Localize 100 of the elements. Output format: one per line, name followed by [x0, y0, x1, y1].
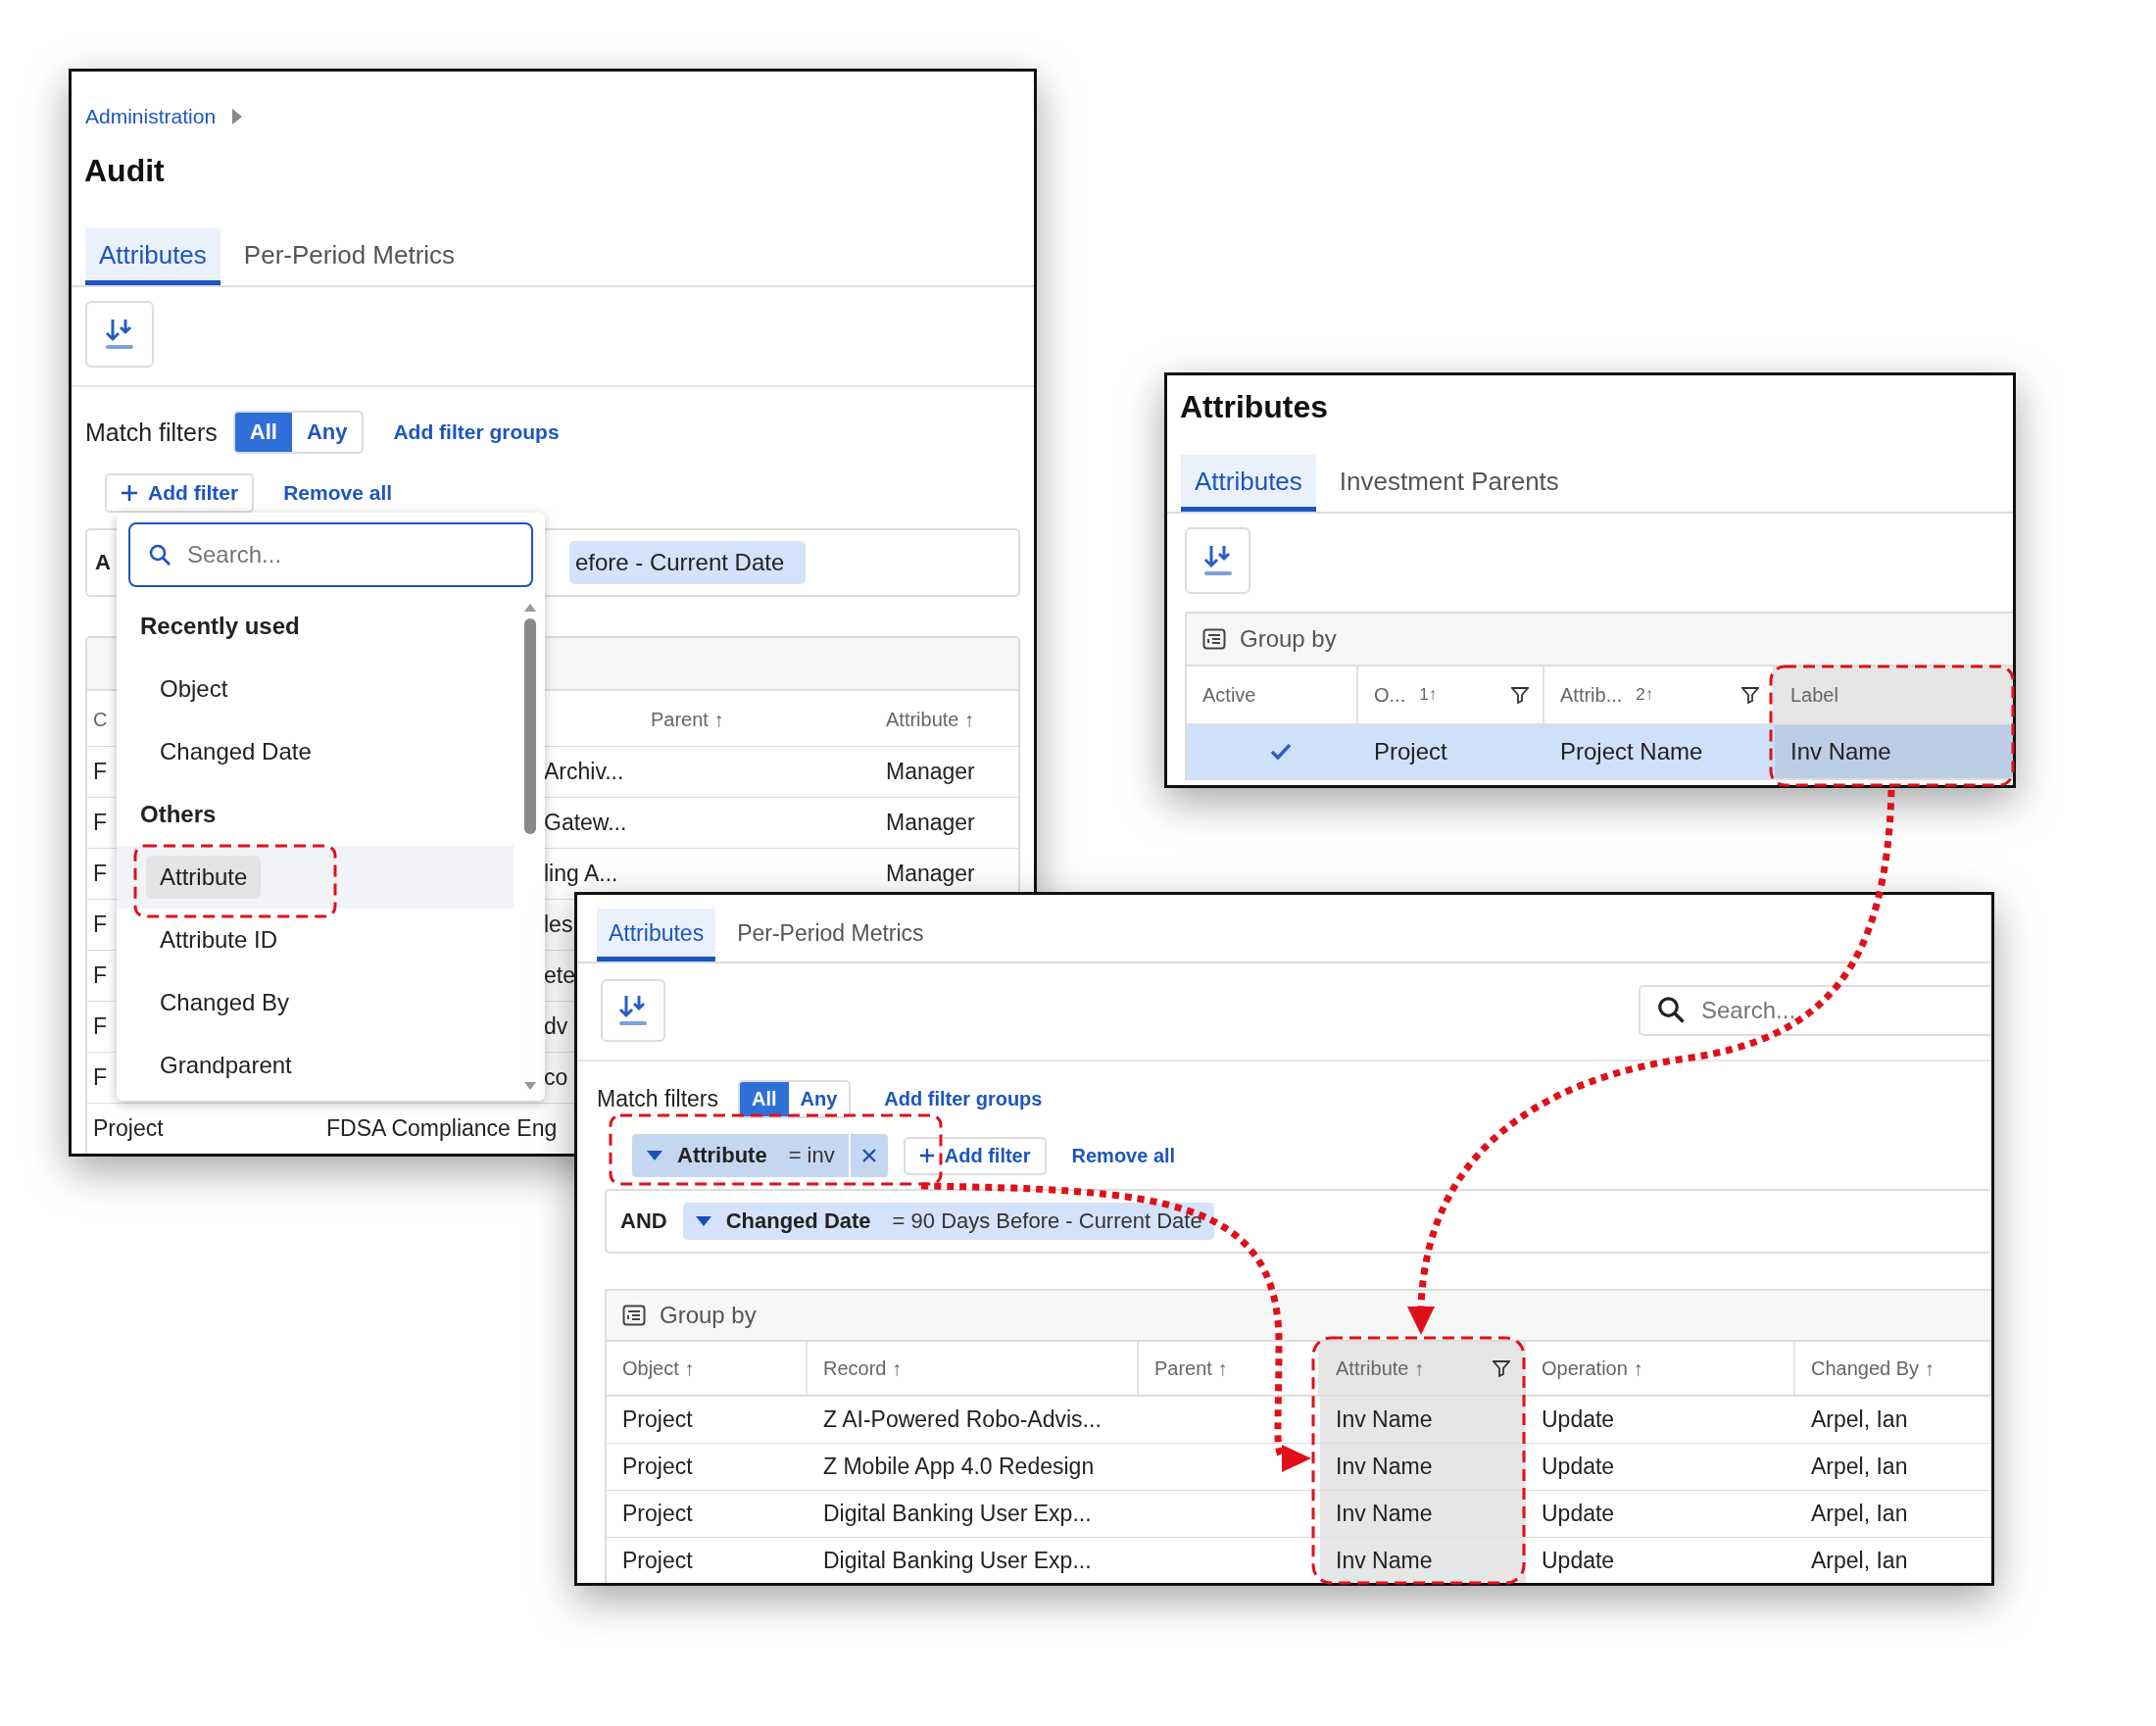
column-header[interactable]: Changed By ↑ — [1795, 1342, 1991, 1395]
add-filter-groups-link[interactable]: Add filter groups — [393, 420, 560, 444]
tab[interactable]: Attributes — [597, 909, 716, 962]
menu-group-heading: Recently used — [140, 613, 300, 639]
menu-item[interactable]: Object — [117, 658, 514, 720]
column-header[interactable]: Active — [1187, 666, 1358, 723]
group-by-label[interactable]: Group by — [1240, 625, 1337, 653]
table-cell: Update — [1542, 1454, 1615, 1480]
remove-all-link[interactable]: Remove all — [1071, 1144, 1176, 1167]
table-cell: ete — [544, 962, 575, 988]
table-cell: Inv Name — [1790, 738, 1891, 765]
table-cell: Project — [1374, 738, 1447, 765]
sort-indicator[interactable]: 1↑ — [1419, 685, 1438, 705]
download-button[interactable] — [1185, 527, 1250, 594]
table-cell: Digital Banking User Exp... — [823, 1548, 1092, 1574]
add-filter-groups-link[interactable]: Add filter groups — [884, 1088, 1043, 1110]
caret-icon[interactable] — [694, 1215, 712, 1227]
table-cell: Inv Name — [1336, 1501, 1433, 1527]
chevron-right-icon — [231, 108, 244, 125]
close-icon[interactable] — [861, 1149, 876, 1162]
table-cell: F — [93, 810, 108, 835]
column-header[interactable]: Attribute ↑ — [1320, 1342, 1526, 1395]
menu-item[interactable]: Attribute — [117, 846, 514, 909]
remove-all-link[interactable]: Remove all — [283, 481, 393, 505]
column-header[interactable]: Attribute ↑ — [886, 708, 975, 730]
table-cell: Update — [1542, 1501, 1615, 1527]
tab[interactable]: Per-Period Metrics — [229, 228, 469, 285]
menu-group-heading: Others — [140, 801, 217, 827]
tab[interactable]: Per-Period Metrics — [725, 909, 936, 962]
add-filter-button[interactable]: Add filter — [105, 473, 255, 513]
table-cell: dv — [544, 1013, 568, 1039]
filter-icon[interactable] — [1741, 686, 1759, 704]
match-option[interactable]: All — [740, 1082, 789, 1116]
table-cell: Manager — [886, 759, 975, 784]
match-filters-label: Match filters — [85, 418, 218, 447]
table-cell: Arpel, Ian — [1811, 1454, 1908, 1480]
table-cell: Arpel, Ian — [1811, 1501, 1908, 1527]
filter-chip[interactable]: efore - Current Date — [568, 541, 807, 584]
column-header[interactable]: Record ↑ — [808, 1342, 1139, 1395]
group-by-icon[interactable] — [622, 1305, 646, 1326]
table-cell: Project — [622, 1406, 693, 1433]
table-row[interactable]: Project Project Name Inv Name — [1187, 725, 2013, 778]
scroll-up-icon[interactable] — [523, 603, 537, 613]
breadcrumb-link[interactable]: Administration — [85, 105, 217, 128]
group-by-icon[interactable] — [1202, 628, 1226, 650]
group-by-label[interactable]: Group by — [660, 1302, 757, 1329]
filter-chip[interactable]: Attribute = inv — [632, 1134, 888, 1177]
download-icon — [105, 318, 134, 351]
conjunction-label: A — [95, 550, 111, 575]
table-cell: Project — [622, 1454, 693, 1480]
menu-item[interactable]: Changed Date — [117, 720, 514, 783]
table-cell: Digital Banking User Exp... — [823, 1501, 1092, 1527]
table-cell: F — [93, 861, 108, 886]
column-header[interactable]: Operation ↑ — [1526, 1342, 1795, 1395]
table-cell: Manager — [886, 861, 975, 886]
table-cell: FDSA Compliance Eng — [326, 1115, 558, 1141]
search-icon — [1656, 995, 1686, 1024]
caret-icon[interactable] — [646, 1150, 663, 1161]
match-option[interactable]: All — [234, 413, 292, 452]
tab[interactable]: Attributes — [1181, 455, 1316, 512]
table-cell: Inv Name — [1336, 1406, 1433, 1433]
column-header[interactable]: Parent ↑ — [651, 708, 724, 730]
search-field[interactable]: Search... — [128, 522, 533, 587]
column-header[interactable]: Object ↑ — [607, 1342, 808, 1395]
scroll-down-icon[interactable] — [523, 1081, 537, 1091]
table-cell: Archiv... — [544, 759, 624, 784]
table-cell: F — [93, 962, 108, 988]
match-option[interactable]: Any — [291, 413, 363, 452]
table-cell: F — [93, 912, 108, 937]
table-cell: Project — [622, 1548, 693, 1574]
table-cell: Inv Name — [1336, 1454, 1433, 1480]
filter-icon[interactable] — [1493, 1359, 1510, 1377]
conjunction-label: AND — [620, 1208, 667, 1234]
match-option[interactable]: Any — [788, 1082, 850, 1116]
table-cell: Arpel, Ian — [1811, 1406, 1908, 1433]
tab[interactable]: Investment Parents — [1325, 455, 1573, 512]
scrollbar-thumb[interactable] — [524, 618, 536, 834]
column-header[interactable]: Label — [1775, 666, 2013, 723]
table-cell: Arpel, Ian — [1811, 1548, 1908, 1574]
menu-item[interactable]: Grandparent — [117, 1034, 514, 1097]
table-cell: F — [93, 1013, 108, 1039]
menu-item[interactable]: Attribute ID — [117, 909, 514, 971]
table-cell: F — [93, 1064, 108, 1090]
filter-icon[interactable] — [1511, 686, 1529, 704]
download-icon — [1202, 544, 1233, 577]
download-button[interactable] — [601, 979, 665, 1042]
table-cell: les — [544, 912, 573, 937]
table-cell: Update — [1542, 1548, 1615, 1574]
column-header[interactable]: C — [93, 708, 108, 730]
download-button[interactable] — [85, 301, 154, 368]
tab[interactable]: Attributes — [85, 228, 220, 285]
table-cell: ling A... — [544, 861, 618, 886]
search-icon — [148, 543, 172, 567]
filter-chip[interactable]: Changed Date = 90 Days Before - Current Date — [682, 1203, 1214, 1240]
page-title: Attributes — [1179, 388, 1330, 425]
menu-item[interactable]: Changed By — [117, 971, 514, 1034]
table-cell: Project — [93, 1115, 164, 1141]
column-header[interactable]: O... 1↑ — [1358, 666, 1544, 723]
add-filter-button[interactable]: Add filter — [903, 1136, 1047, 1175]
sort-indicator[interactable]: 2↑ — [1636, 685, 1654, 705]
